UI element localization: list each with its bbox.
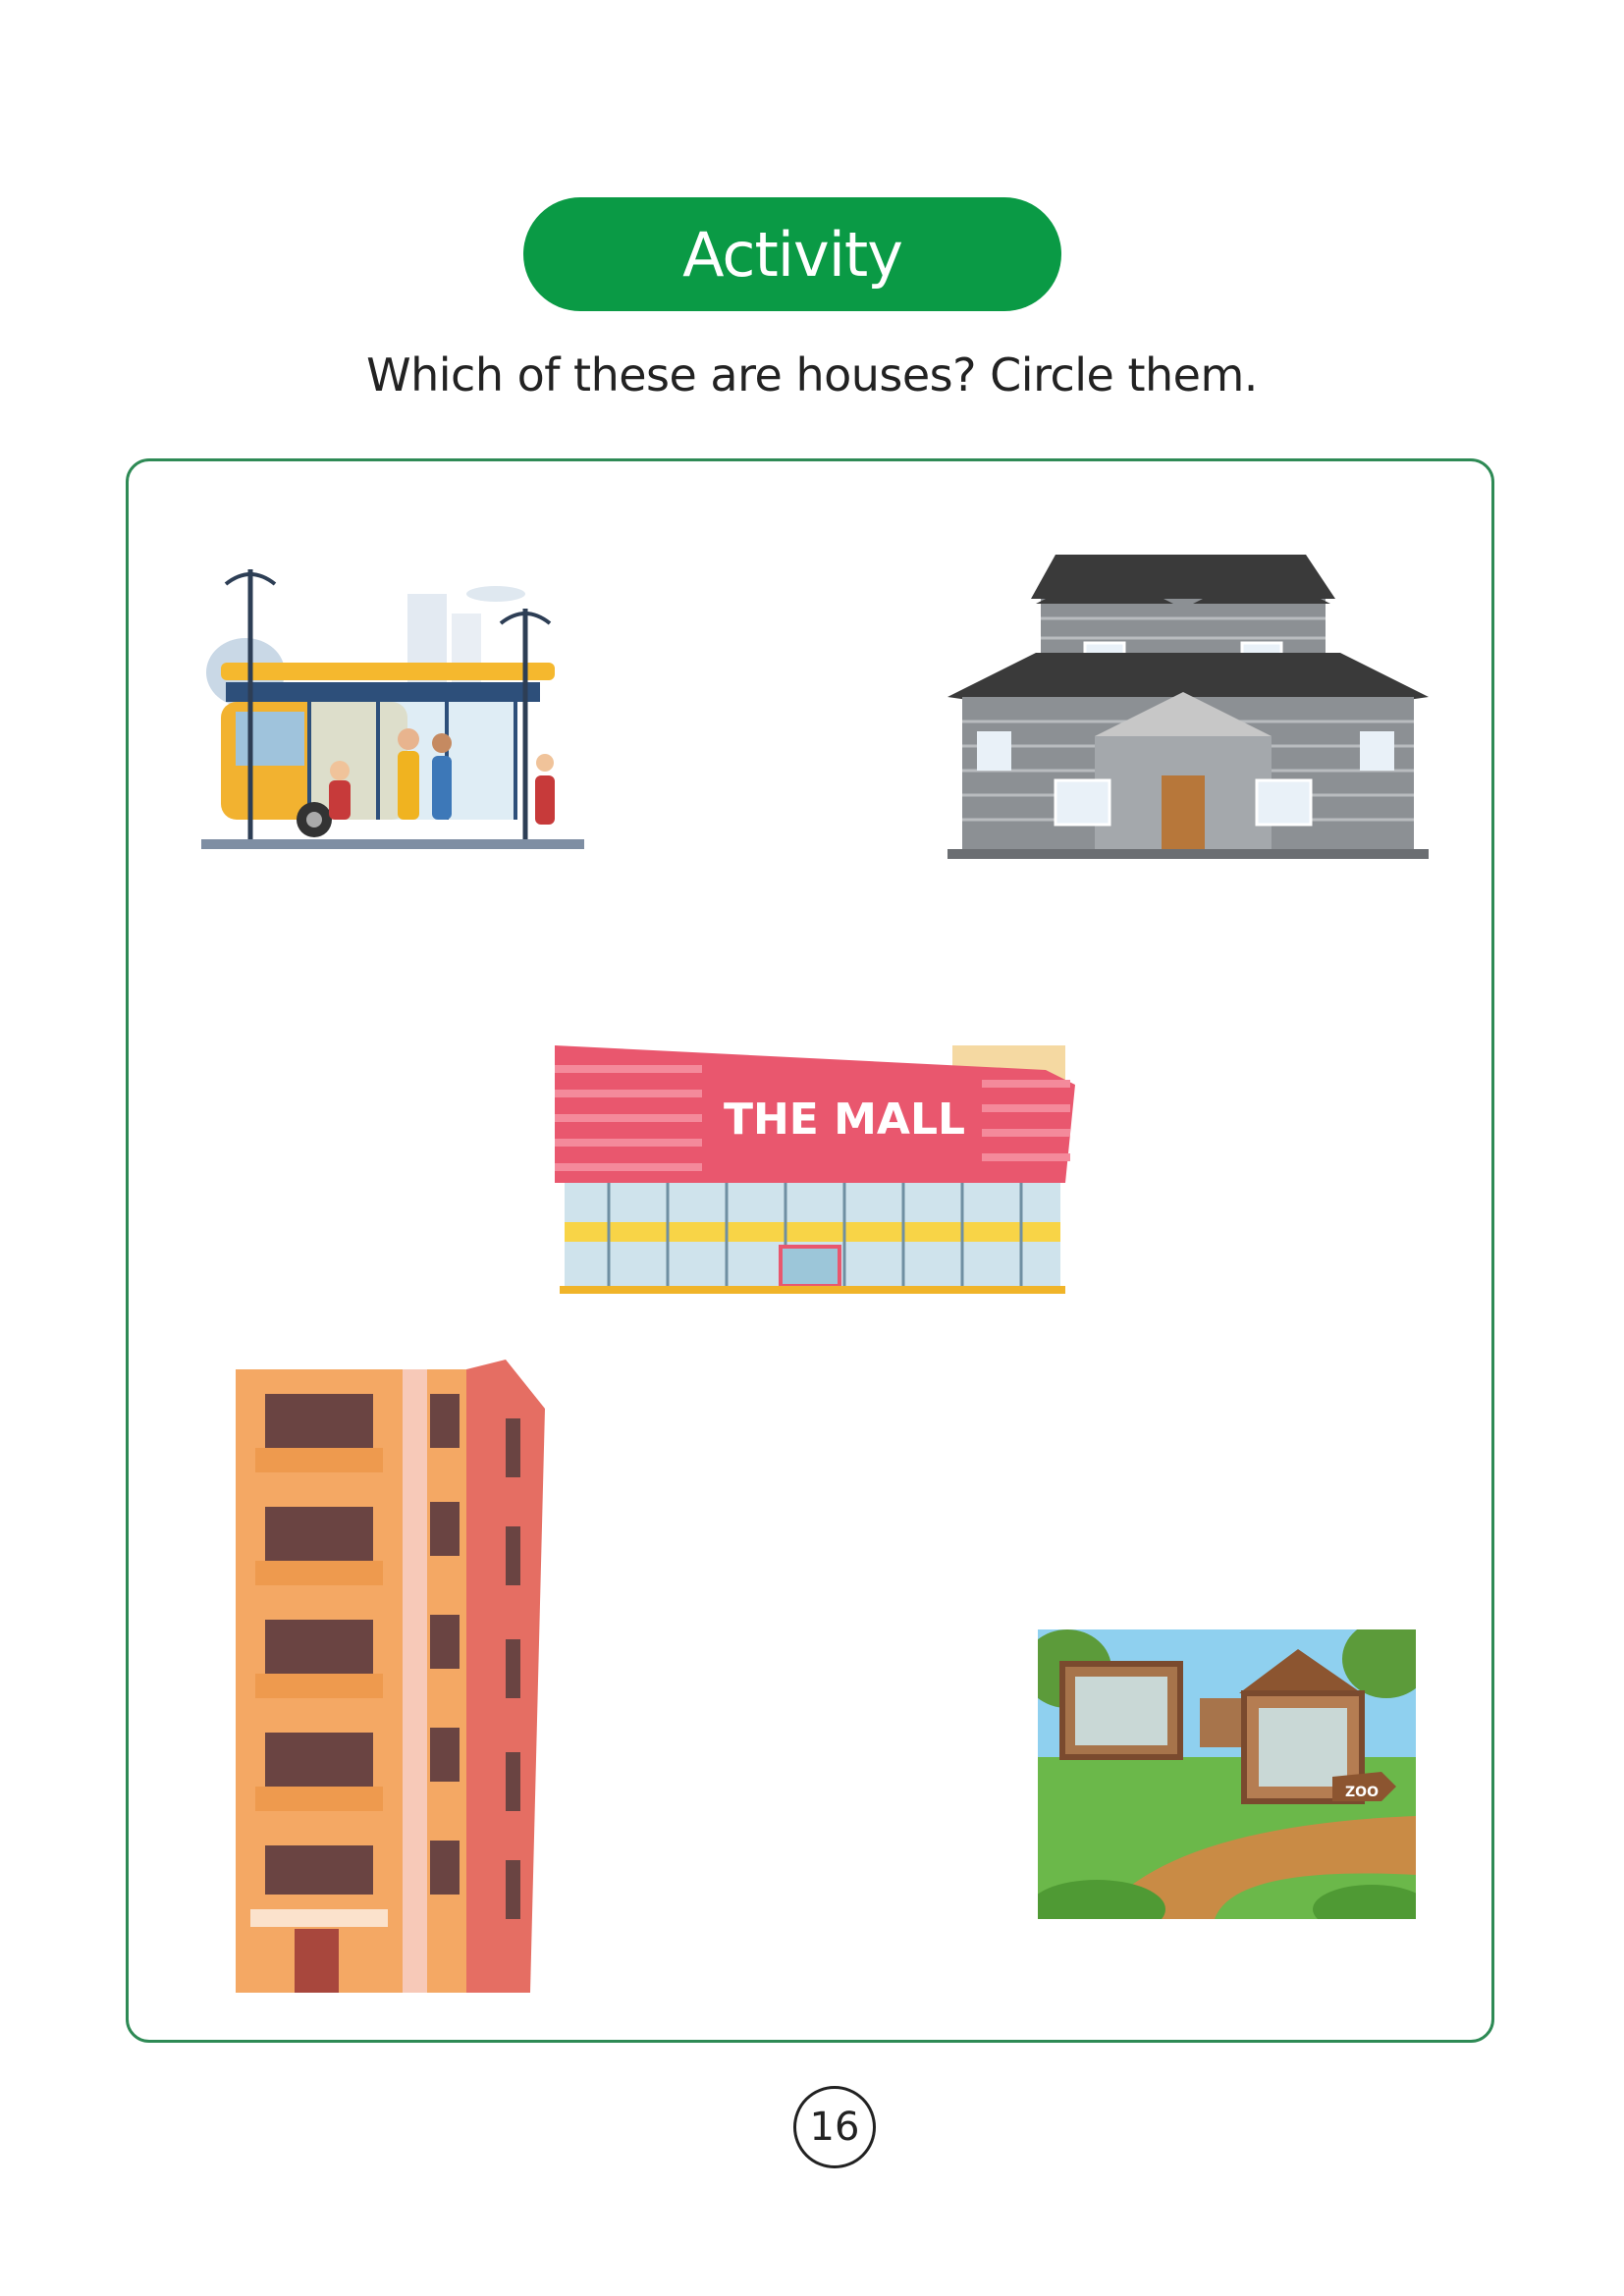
activity-title: Activity (682, 218, 903, 291)
bus-stop-icon (201, 569, 584, 849)
apartment-building-picture[interactable] (236, 1360, 545, 1993)
house-picture[interactable] (947, 555, 1429, 859)
activity-title-badge: Activity (523, 197, 1061, 311)
instruction-text: Which of these are houses? Circle them. (366, 348, 1258, 401)
house-icon (947, 555, 1429, 859)
mall-sign-text: THE MALL (724, 1095, 965, 1145)
zoo-picture[interactable]: ZOO (1038, 1629, 1416, 1919)
apartment-building-icon (236, 1360, 545, 1993)
mall-icon: THE MALL (555, 1045, 1075, 1294)
zoo-icon: ZOO (1038, 1629, 1416, 1919)
page-number: 16 (793, 2086, 876, 2168)
bus-stop-picture[interactable] (201, 535, 584, 864)
mall-picture[interactable]: THE MALL (550, 1045, 1075, 1296)
zoo-sign-text: ZOO (1345, 1785, 1379, 1800)
